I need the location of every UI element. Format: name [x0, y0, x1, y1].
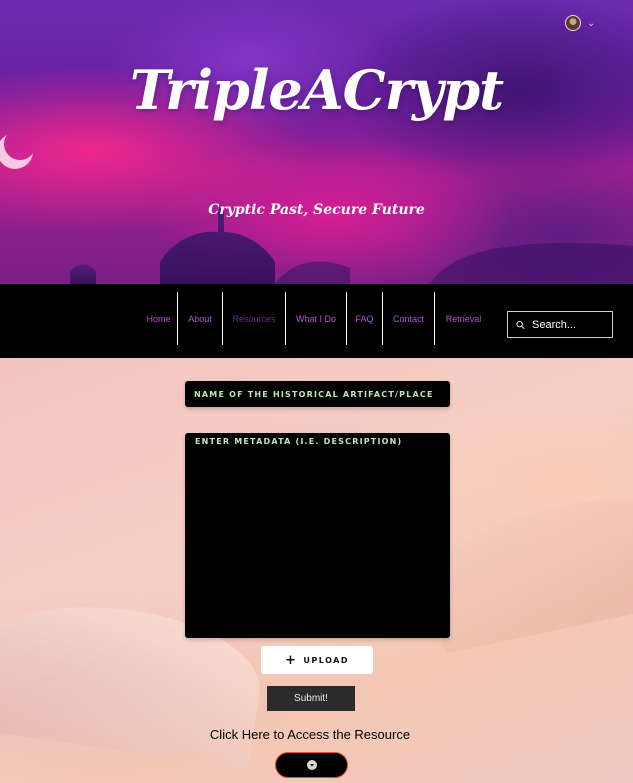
- upload-button[interactable]: + UPLOAD: [261, 646, 373, 674]
- account-menu[interactable]: ⌄: [565, 15, 595, 31]
- access-resource-text: Click Here to Access the Resource: [209, 727, 411, 742]
- artifact-name-input[interactable]: [194, 389, 444, 399]
- nav-item-resources[interactable]: Resources: [222, 292, 285, 345]
- fabric-fold: [420, 482, 633, 654]
- search-box[interactable]: [507, 311, 613, 338]
- metadata-textarea[interactable]: [195, 437, 450, 632]
- artifact-name-field[interactable]: [185, 381, 450, 407]
- chevron-down-icon[interactable]: ⌄: [587, 18, 595, 29]
- plus-icon: +: [285, 652, 298, 668]
- hero-banner: TripleACrypt Cryptic Past, Secure Future…: [0, 0, 633, 284]
- upload-label: UPLOAD: [303, 655, 349, 665]
- search-icon: [516, 320, 525, 329]
- download-icon: [306, 760, 317, 770]
- download-button[interactable]: [275, 752, 348, 778]
- nav-item-faq[interactable]: FAQ: [346, 292, 382, 345]
- submit-button[interactable]: Submit!: [267, 686, 355, 711]
- nav-item-retrieval[interactable]: Retrieval: [434, 292, 492, 345]
- search-input[interactable]: [532, 318, 612, 331]
- nav-item-about[interactable]: About: [177, 292, 222, 345]
- nav-item-contact[interactable]: Contact: [382, 292, 434, 345]
- mosque-silhouette: [70, 204, 633, 284]
- site-logo[interactable]: TripleACrypt: [0, 58, 633, 122]
- user-avatar-icon[interactable]: [565, 15, 581, 31]
- metadata-field[interactable]: [185, 433, 450, 638]
- nav-item-home[interactable]: Home: [140, 292, 177, 345]
- site-tagline: Cryptic Past, Secure Future: [208, 202, 425, 218]
- nav-item-what-i-do[interactable]: What I Do: [285, 292, 346, 345]
